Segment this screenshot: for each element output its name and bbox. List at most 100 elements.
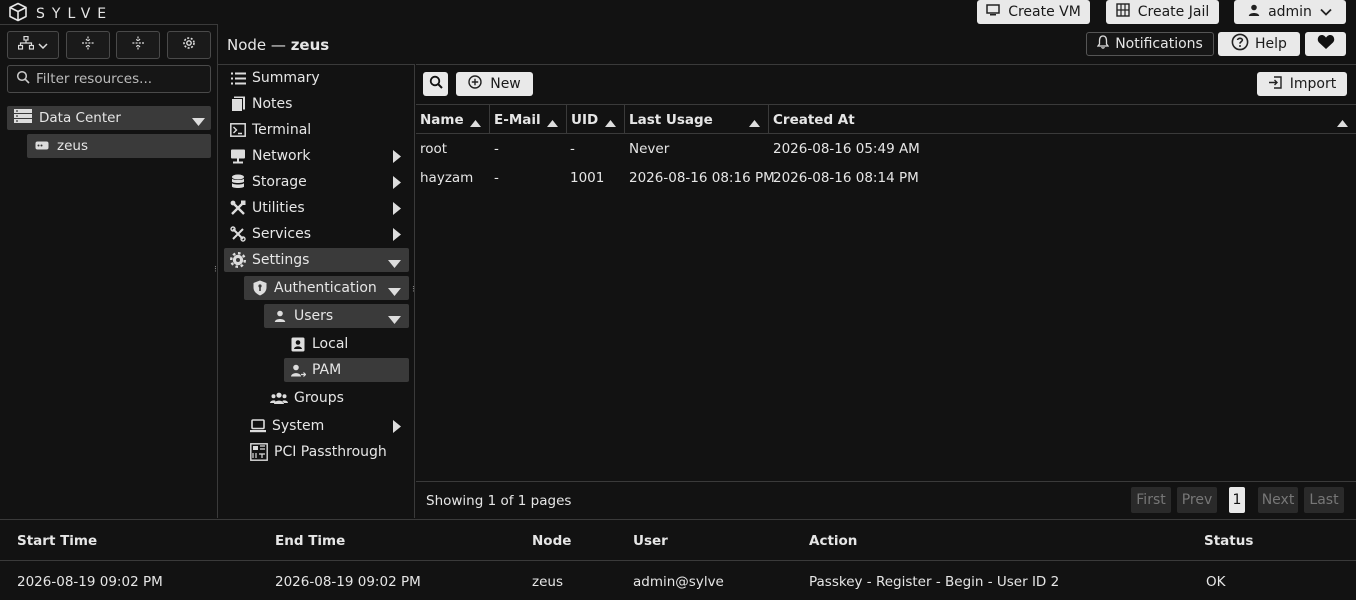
import-button[interactable]: Import [1257, 72, 1347, 96]
nav-groups[interactable]: Groups [270, 386, 409, 410]
tree-item-node-zeus[interactable]: zeus [27, 134, 211, 158]
nav-pam-label: PAM [312, 362, 342, 378]
cell-name: root [420, 141, 448, 157]
nav-settings[interactable]: Settings [224, 248, 409, 272]
heart-icon [1317, 34, 1335, 54]
node-label: zeus [57, 138, 88, 154]
page-1-button[interactable]: 1 [1229, 487, 1245, 513]
collapse-all-button[interactable] [116, 31, 160, 59]
question-icon [1231, 33, 1249, 55]
nav-summary[interactable]: Summary [230, 66, 409, 90]
list-icon [230, 70, 246, 86]
nav-storage[interactable]: Storage [230, 170, 409, 194]
filter-resources-input[interactable]: Filter resources... [7, 65, 211, 93]
cell-user: admin@sylve [633, 574, 724, 590]
cell-created-at: 2026-08-16 08:14 PM [773, 170, 919, 186]
nav-summary-label: Summary [252, 70, 320, 86]
column-header-last-usage[interactable]: Last Usage [625, 105, 769, 134]
database-icon [230, 174, 246, 190]
column-header-action[interactable]: Action [809, 533, 857, 549]
column-header-uid[interactable]: UID [567, 105, 625, 134]
cube-logo-icon [8, 2, 28, 26]
column-header-user[interactable]: User [633, 533, 668, 549]
chevron-down-icon [38, 37, 48, 53]
laptop-icon [250, 418, 266, 434]
settings-button[interactable] [167, 31, 211, 59]
chevron-down-icon [1320, 4, 1332, 20]
help-button[interactable]: Help [1218, 32, 1300, 56]
nav-notes[interactable]: Notes [230, 92, 409, 116]
column-header-label: Created At [773, 111, 855, 128]
users-group-icon [270, 390, 288, 406]
nav-pam[interactable]: PAM [284, 358, 409, 382]
nav-pci-passthrough[interactable]: PCI Passthrough [250, 440, 409, 464]
nav-terminal[interactable]: Terminal [230, 118, 409, 142]
collapse-icon [131, 36, 145, 54]
gear-icon [182, 36, 196, 54]
resize-handle[interactable]: ⁝ [412, 286, 415, 295]
column-header-name[interactable]: Name [416, 105, 490, 134]
title-prefix: Node — [227, 36, 291, 54]
column-header-label: Name [420, 111, 464, 128]
cell-uid: - [570, 141, 575, 157]
create-jail-label: Create Jail [1137, 4, 1210, 20]
sort-asc-icon [547, 115, 558, 131]
notifications-button[interactable]: Notifications [1086, 32, 1214, 56]
user-icon [1248, 4, 1260, 20]
caret-down-icon [388, 284, 401, 300]
new-user-button[interactable]: New [456, 72, 533, 96]
cell-created-at: 2026-08-16 05:49 AM [773, 141, 920, 157]
page-number: 1 [1232, 492, 1242, 508]
hierarchy-icon [17, 35, 35, 54]
last-page-button[interactable]: Last [1304, 487, 1344, 513]
nav-local[interactable]: Local [290, 332, 409, 356]
nav-authentication[interactable]: Authentication [244, 276, 409, 300]
caret-down-icon [388, 312, 401, 328]
resize-handle[interactable]: ⁝ [214, 266, 217, 275]
nav-authentication-label: Authentication [274, 280, 377, 296]
user-menu-button[interactable]: admin [1234, 0, 1346, 24]
cell-uid: 1001 [570, 170, 605, 186]
circuit-board-icon [250, 443, 268, 461]
nav-system[interactable]: System [250, 414, 409, 438]
tree-view-dropdown[interactable] [7, 31, 59, 59]
server-rack-icon [13, 108, 33, 128]
nav-users[interactable]: Users [264, 304, 409, 328]
top-bar: SYLVE Create VM Create Jail admin [0, 0, 1356, 24]
network-icon [230, 148, 246, 164]
expand-all-button[interactable] [66, 31, 110, 59]
column-header-created-at[interactable]: Created At [769, 105, 1356, 134]
column-header-status[interactable]: Status [1204, 533, 1253, 549]
tree-item-datacenter[interactable]: Data Center [7, 106, 211, 130]
prev-page-button[interactable]: Prev [1177, 487, 1217, 513]
import-label: Import [1289, 76, 1337, 92]
next-page-button[interactable]: Next [1258, 487, 1298, 513]
donate-button[interactable] [1305, 32, 1346, 56]
search-button[interactable] [423, 72, 448, 96]
notes-icon [230, 96, 246, 112]
cell-end-time: 2026-08-19 09:02 PM [275, 574, 421, 590]
create-vm-label: Create VM [1008, 4, 1081, 20]
nav-network-label: Network [252, 148, 311, 164]
cell-action: Passkey - Register - Begin - User ID 2 [809, 574, 1060, 590]
first-page-button[interactable]: First [1131, 487, 1171, 513]
nav-network[interactable]: Network [230, 144, 409, 168]
nav-utilities[interactable]: Utilities [230, 196, 409, 220]
column-header-email[interactable]: E-Mail [490, 105, 567, 134]
nav-groups-label: Groups [294, 390, 344, 406]
page-title: Node — zeus [227, 36, 329, 54]
plus-circle-icon [468, 75, 482, 93]
contact-card-icon [290, 336, 306, 352]
column-header-node[interactable]: Node [532, 533, 571, 549]
column-header-start-time[interactable]: Start Time [17, 533, 97, 549]
prev-label: Prev [1181, 492, 1213, 508]
jail-icon [1116, 3, 1130, 21]
nav-users-label: Users [294, 308, 334, 324]
create-jail-button[interactable]: Create Jail [1106, 0, 1219, 24]
search-icon [429, 75, 443, 93]
new-label: New [490, 76, 521, 92]
create-vm-button[interactable]: Create VM [977, 0, 1090, 24]
sort-asc-icon [470, 115, 481, 131]
nav-services[interactable]: Services [230, 222, 409, 246]
column-header-end-time[interactable]: End Time [275, 533, 345, 549]
